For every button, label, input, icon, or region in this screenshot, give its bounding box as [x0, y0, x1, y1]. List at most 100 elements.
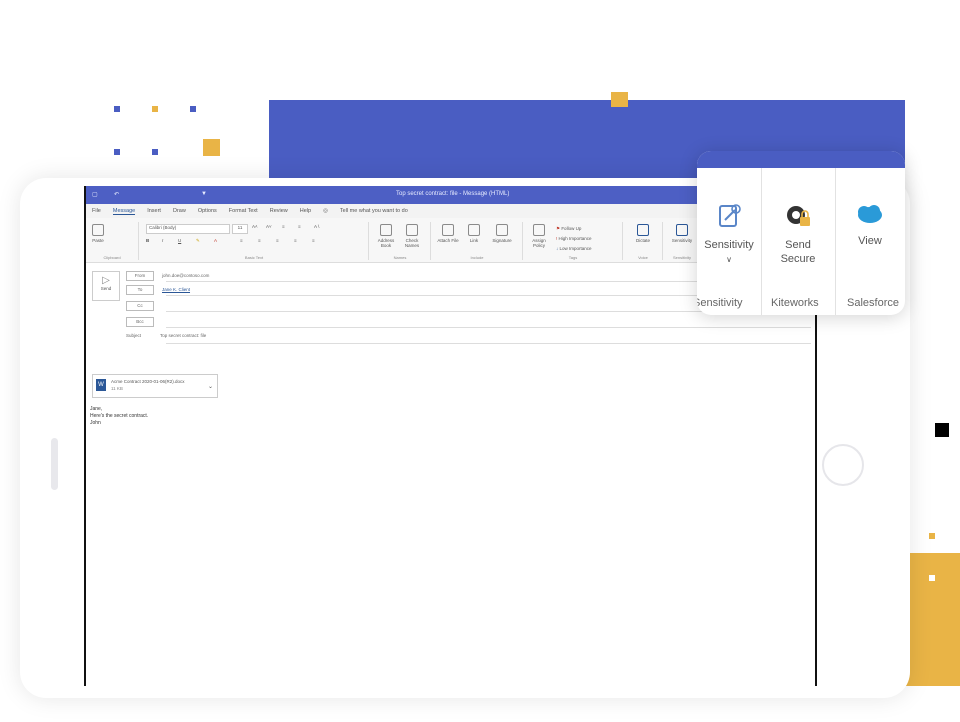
- bullets-icon[interactable]: ≡: [282, 224, 285, 229]
- group-label: Salesforce: [847, 297, 899, 309]
- ribbon-group-tags: Assign Policy ⚑ Follow Up ! High Importa…: [524, 222, 623, 260]
- quick-access-icon[interactable]: ▼: [201, 191, 207, 197]
- check-names-icon: [406, 224, 418, 236]
- assign-policy-button[interactable]: Assign Policy: [528, 224, 550, 248]
- tell-me-input[interactable]: Tell me what you want to do: [340, 208, 408, 214]
- undo-icon[interactable]: ↶: [114, 191, 119, 198]
- paste-button[interactable]: Paste: [92, 224, 104, 243]
- ribbon-group-sensitivity: Sensitivity Sensitivity: [664, 222, 700, 260]
- dictate-button[interactable]: Dictate: [630, 224, 656, 243]
- tab-format-text[interactable]: Format Text: [229, 208, 258, 214]
- tablet-side-button: [51, 438, 58, 490]
- numbering-icon[interactable]: ≡: [298, 224, 301, 229]
- sensitivity-button-small[interactable]: Sensitivity: [668, 224, 696, 243]
- signature-button[interactable]: Signature: [488, 224, 516, 243]
- decor-dot: [114, 149, 120, 155]
- follow-up-button[interactable]: ⚑ Follow Up: [556, 226, 581, 232]
- word-doc-icon: W: [96, 379, 106, 391]
- message-body[interactable]: Jane, Here's the secret contract. John: [90, 406, 148, 427]
- tab-insert[interactable]: Insert: [147, 208, 161, 214]
- zoom-title-strip: [697, 151, 905, 168]
- chevron-down-icon[interactable]: ⌄: [208, 383, 213, 390]
- to-recipient[interactable]: Jane K. Client: [162, 287, 190, 292]
- sensitivity-icon: [719, 204, 741, 227]
- policy-icon: [533, 224, 545, 236]
- decor-square: [203, 139, 220, 156]
- bcc-row: Bcc: [126, 317, 162, 327]
- outdent-icon[interactable]: ≡: [294, 238, 297, 243]
- align-right-icon[interactable]: ≡: [276, 238, 279, 243]
- font-color-icon[interactable]: A: [214, 238, 217, 243]
- tab-draw[interactable]: Draw: [173, 208, 186, 214]
- to-row: To Jane K. Client: [126, 285, 190, 295]
- subject-row: Subject Top secret contract: file: [126, 333, 206, 338]
- group-label: Kiteworks: [771, 297, 819, 309]
- link-button[interactable]: Link: [464, 224, 484, 243]
- from-row: From john.doe@contoso.com: [126, 271, 209, 281]
- divider: [166, 327, 811, 328]
- send-secure-icon: [787, 206, 810, 226]
- font-size-select[interactable]: 11: [232, 224, 248, 234]
- subject-input[interactable]: Top secret contract: file: [160, 333, 206, 338]
- bcc-button[interactable]: Bcc: [126, 317, 154, 327]
- decor-square: [611, 92, 628, 107]
- cc-button[interactable]: Cc: [126, 301, 154, 311]
- high-importance-button[interactable]: ! High Importance: [556, 236, 592, 241]
- highlight-icon[interactable]: ✎: [196, 238, 200, 244]
- to-button[interactable]: To: [126, 285, 154, 295]
- tab-message[interactable]: Message: [112, 208, 136, 215]
- indent-icon[interactable]: ≡: [312, 238, 315, 243]
- font-name-select[interactable]: Calibri (Body): [146, 224, 230, 234]
- align-left-icon[interactable]: ≡: [240, 238, 243, 243]
- align-center-icon[interactable]: ≡: [258, 238, 261, 243]
- ribbon-group-basic-text: Calibri (Body) 11 A˄ A˅ ≡ ≡ A∖ B I U ✎ A…: [140, 222, 369, 260]
- group-label: Voice: [638, 255, 648, 260]
- tab-review[interactable]: Review: [270, 208, 288, 214]
- from-button[interactable]: From: [126, 271, 154, 281]
- salesforce-view-button[interactable]: View: [835, 202, 905, 248]
- decor-dot: [152, 106, 158, 112]
- down-arrow-icon: ↓: [556, 246, 559, 251]
- body-line: John: [90, 420, 101, 426]
- tab-options[interactable]: Options: [198, 208, 217, 214]
- divider: [166, 343, 811, 344]
- grow-font-icon[interactable]: A˄: [252, 224, 258, 229]
- address-book-icon: [380, 224, 392, 236]
- paperclip-icon: [442, 224, 454, 236]
- ribbon-group-include: Attach File Link Signature Include: [432, 222, 523, 260]
- group-label: Clipboard: [103, 255, 121, 260]
- sensitivity-button[interactable]: Sensitivity ∨: [697, 202, 761, 267]
- underline-icon[interactable]: U: [178, 238, 181, 243]
- decor-dot: [152, 149, 158, 155]
- save-icon[interactable]: ▢: [92, 191, 98, 198]
- address-book-button[interactable]: Address Book: [374, 224, 398, 248]
- group-label: Names: [393, 255, 407, 260]
- salesforce-cloud-icon: [858, 205, 882, 223]
- from-value: john.doe@contoso.com: [162, 273, 210, 278]
- group-label: Sensitivity: [672, 255, 691, 260]
- decor-square: [935, 423, 949, 437]
- attachment-card[interactable]: W Acme Contract 2020-01-06(R2).docx 11 K…: [92, 374, 218, 398]
- tab-help[interactable]: Help: [300, 208, 311, 214]
- send-secure-button[interactable]: Send Secure: [761, 202, 835, 266]
- ribbon-group-voice: Dictate Voice: [624, 222, 663, 260]
- bold-icon[interactable]: B: [146, 238, 149, 243]
- italic-icon[interactable]: I: [162, 238, 163, 243]
- microphone-icon: [637, 224, 649, 236]
- attach-file-button[interactable]: Attach File: [436, 224, 460, 243]
- clear-format-icon[interactable]: A∖: [314, 224, 320, 230]
- window-title: Top secret contract: file - Message (HTM…: [396, 191, 510, 197]
- signature-icon: [496, 224, 508, 236]
- tab-file[interactable]: File: [92, 208, 101, 214]
- link-icon: [468, 224, 480, 236]
- shrink-font-icon[interactable]: A˅: [266, 224, 272, 229]
- low-importance-button[interactable]: ↓ Low Importance: [556, 246, 592, 251]
- subject-label: Subject: [126, 333, 142, 338]
- group-label: Sensitivity: [697, 297, 743, 309]
- check-names-button[interactable]: Check Names: [400, 224, 424, 248]
- decor-dot: [929, 533, 935, 539]
- tablet-home-button[interactable]: [822, 444, 864, 486]
- send-button[interactable]: ▷ Send: [92, 271, 120, 301]
- group-label: Basic Text: [244, 255, 264, 260]
- sensitivity-icon: [676, 224, 688, 236]
